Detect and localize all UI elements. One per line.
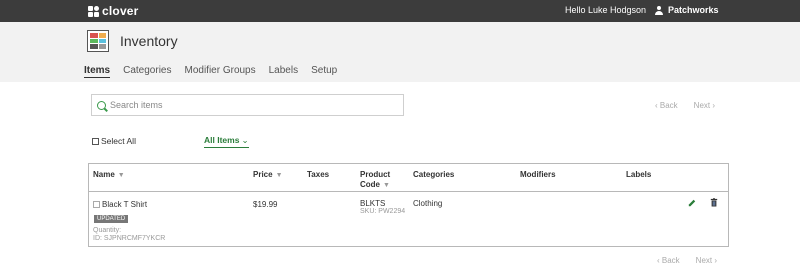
- table-header: Name ▼ Price ▼ Taxes Product Code ▼ Categori…: [89, 164, 728, 192]
- status-badge: UPDATED: [94, 215, 129, 223]
- sort-icon: ▼: [383, 182, 390, 189]
- row-checkbox[interactable]: [93, 201, 100, 208]
- clover-logo[interactable]: clover: [88, 4, 139, 18]
- item-name[interactable]: Black T Shirt: [102, 200, 147, 209]
- greeting-text: Hello Luke Hodgson: [565, 5, 647, 15]
- sort-icon: ▼: [117, 172, 125, 179]
- pager-bottom: ‹ Back Next ›: [657, 256, 717, 265]
- trash-icon[interactable]: [710, 198, 718, 207]
- search-box[interactable]: [91, 94, 404, 116]
- col-product-code[interactable]: Product Code ▼: [360, 170, 390, 191]
- search-icon: [97, 100, 106, 110]
- tab-modifier-groups[interactable]: Modifier Groups: [184, 65, 255, 78]
- tab-categories[interactable]: Categories: [123, 65, 171, 78]
- chevron-down-icon: ⌄: [241, 135, 249, 145]
- account-menu[interactable]: Patchworks: [655, 5, 719, 15]
- user-icon: [655, 5, 663, 15]
- nav-tabs: Items Categories Modifier Groups Labels …: [84, 65, 350, 78]
- item-sku: SKU: PW2294: [360, 208, 406, 215]
- table-row: Black T Shirt UPDATED Quantity: ID: SJPN…: [89, 193, 728, 247]
- pencil-icon[interactable]: [688, 199, 696, 207]
- search-input[interactable]: [110, 100, 390, 110]
- item-price: $19.99: [253, 200, 278, 209]
- next-link[interactable]: Next ›: [696, 256, 717, 265]
- col-price[interactable]: Price ▼: [253, 170, 283, 181]
- back-link[interactable]: ‹ Back: [657, 256, 680, 265]
- item-categories: Clothing: [413, 199, 443, 208]
- col-name[interactable]: Name ▼: [93, 170, 125, 181]
- tab-setup[interactable]: Setup: [311, 65, 337, 78]
- top-bar: clover Hello Luke Hodgson Patchworks: [0, 0, 800, 22]
- tab-labels[interactable]: Labels: [269, 65, 298, 78]
- select-all[interactable]: Select All: [92, 136, 136, 146]
- col-categories: Categories: [413, 170, 455, 179]
- clover-logo-icon: [88, 5, 99, 17]
- select-all-checkbox[interactable]: [92, 137, 99, 145]
- sort-icon: ▼: [275, 172, 283, 179]
- account-name: Patchworks: [668, 5, 719, 15]
- back-link[interactable]: ‹ Back: [655, 101, 678, 110]
- col-modifiers: Modifiers: [520, 170, 556, 179]
- pager-top: ‹ Back Next ›: [655, 101, 715, 110]
- inventory-app-icon: [87, 30, 109, 52]
- items-table: Name ▼ Price ▼ Taxes Product Code ▼ Categori…: [88, 163, 729, 247]
- item-name-cell[interactable]: Black T Shirt: [93, 200, 147, 209]
- item-product-code: BLKTS: [360, 199, 386, 208]
- col-labels: Labels: [626, 170, 652, 179]
- page-title: Inventory: [120, 33, 178, 49]
- select-all-label: Select All: [101, 136, 136, 146]
- item-id: ID: SJPNRCMF7YKCR: [93, 235, 166, 242]
- col-taxes: Taxes: [307, 170, 330, 179]
- item-quantity: Quantity:: [93, 227, 122, 234]
- brand-name: clover: [102, 4, 139, 18]
- next-link[interactable]: Next ›: [694, 101, 715, 110]
- filter-label: All Items: [204, 135, 240, 145]
- tab-items[interactable]: Items: [84, 65, 111, 78]
- items-filter-dropdown[interactable]: All Items ⌄: [204, 135, 249, 148]
